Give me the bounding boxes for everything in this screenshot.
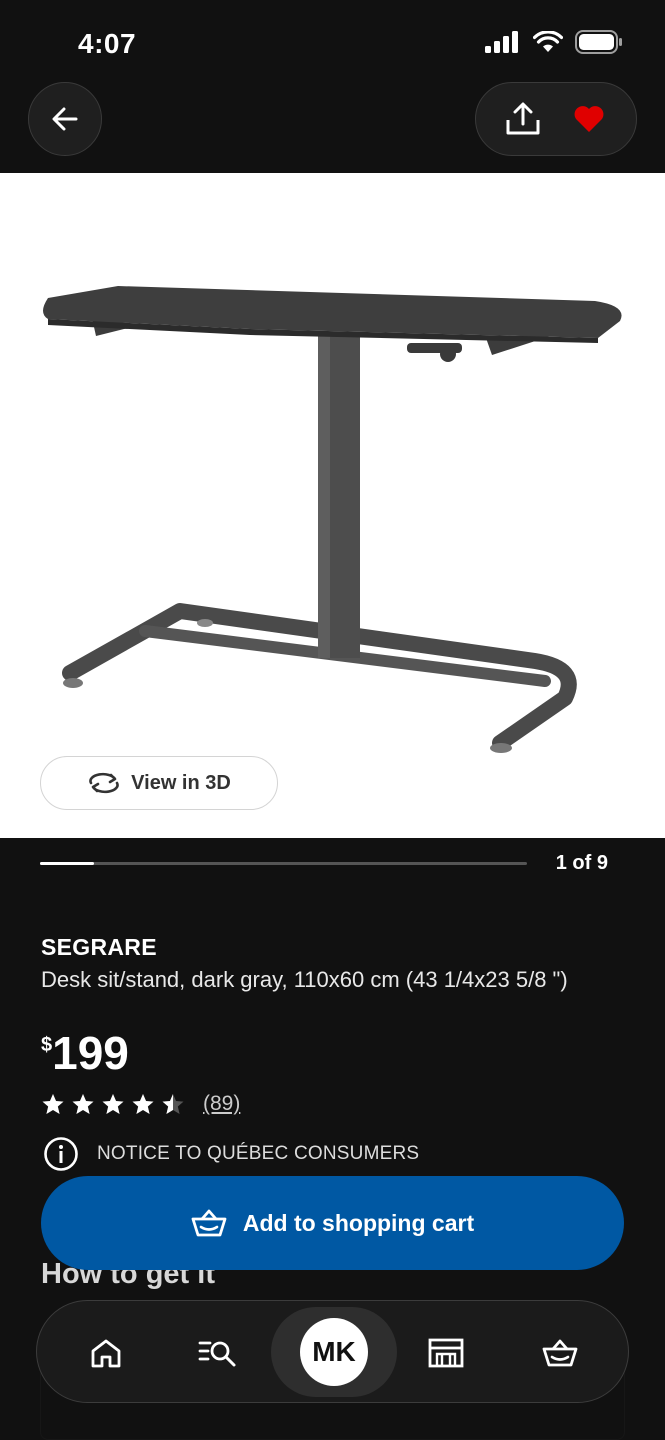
wifi-icon [533, 31, 563, 52]
battery-icon [575, 30, 622, 54]
rotate-3d-icon [89, 772, 119, 794]
star-rating [41, 1093, 185, 1115]
review-count-link[interactable]: (89) [203, 1092, 240, 1116]
top-nav [0, 80, 665, 173]
arrow-left-icon [52, 107, 78, 131]
avatar: MK [300, 1318, 368, 1386]
basket-icon [191, 1209, 227, 1237]
price-value: 199 [52, 1027, 129, 1079]
rating-row[interactable]: (89) [41, 1092, 240, 1116]
home-icon [91, 1339, 121, 1367]
bottom-nav: MK [36, 1300, 629, 1403]
product-name: SEGRARE [41, 934, 157, 960]
share-icon [506, 102, 540, 135]
heart-icon [574, 106, 604, 132]
info-icon [44, 1137, 78, 1171]
nav-profile[interactable]: MK [271, 1307, 397, 1397]
product-description: Desk sit/stand, dark gray, 110x60 cm (43… [41, 967, 568, 992]
star-icon [42, 1094, 64, 1114]
star-icon [132, 1094, 154, 1114]
store-icon [428, 1338, 464, 1367]
nav-home[interactable] [71, 1301, 141, 1404]
notice-text: NOTICE TO QUÉBEC CONSUMERS [97, 1143, 420, 1164]
gallery-progress: 1 of 9 [40, 852, 630, 876]
nav-cart[interactable] [525, 1301, 595, 1404]
progress-track [40, 862, 527, 865]
share-button[interactable] [499, 95, 547, 143]
nav-store[interactable] [411, 1301, 481, 1404]
search-list-icon [198, 1341, 236, 1366]
price-currency: $ [41, 1034, 53, 1056]
view-in-3d-label: View in 3D [131, 771, 231, 794]
view-in-3d-button[interactable]: View in 3D [40, 756, 278, 810]
signal-icon [485, 31, 518, 53]
shopping-basket-icon [542, 1339, 578, 1366]
favorite-button[interactable] [565, 95, 613, 143]
progress-fill [40, 862, 94, 865]
star-icon [102, 1094, 124, 1114]
product-image[interactable]: View in 3D [0, 173, 665, 838]
back-button[interactable] [28, 82, 102, 156]
desk-illustration [43, 286, 622, 753]
product-price: $ 199 [41, 1028, 129, 1078]
star-icon [72, 1094, 94, 1114]
add-to-cart-button[interactable]: Add to shopping cart [41, 1176, 624, 1270]
quebec-notice[interactable]: NOTICE TO QUÉBEC CONSUMERS [43, 1136, 419, 1172]
action-pill [475, 82, 637, 156]
gallery-position: 1 of 9 [555, 852, 608, 874]
nav-search[interactable] [183, 1301, 253, 1404]
status-time: 4:07 [78, 28, 137, 59]
star-icon [162, 1094, 184, 1114]
add-to-cart-label: Add to shopping cart [242, 1209, 475, 1236]
status-bar: 4:07 [0, 0, 665, 80]
status-icons [485, 30, 623, 54]
